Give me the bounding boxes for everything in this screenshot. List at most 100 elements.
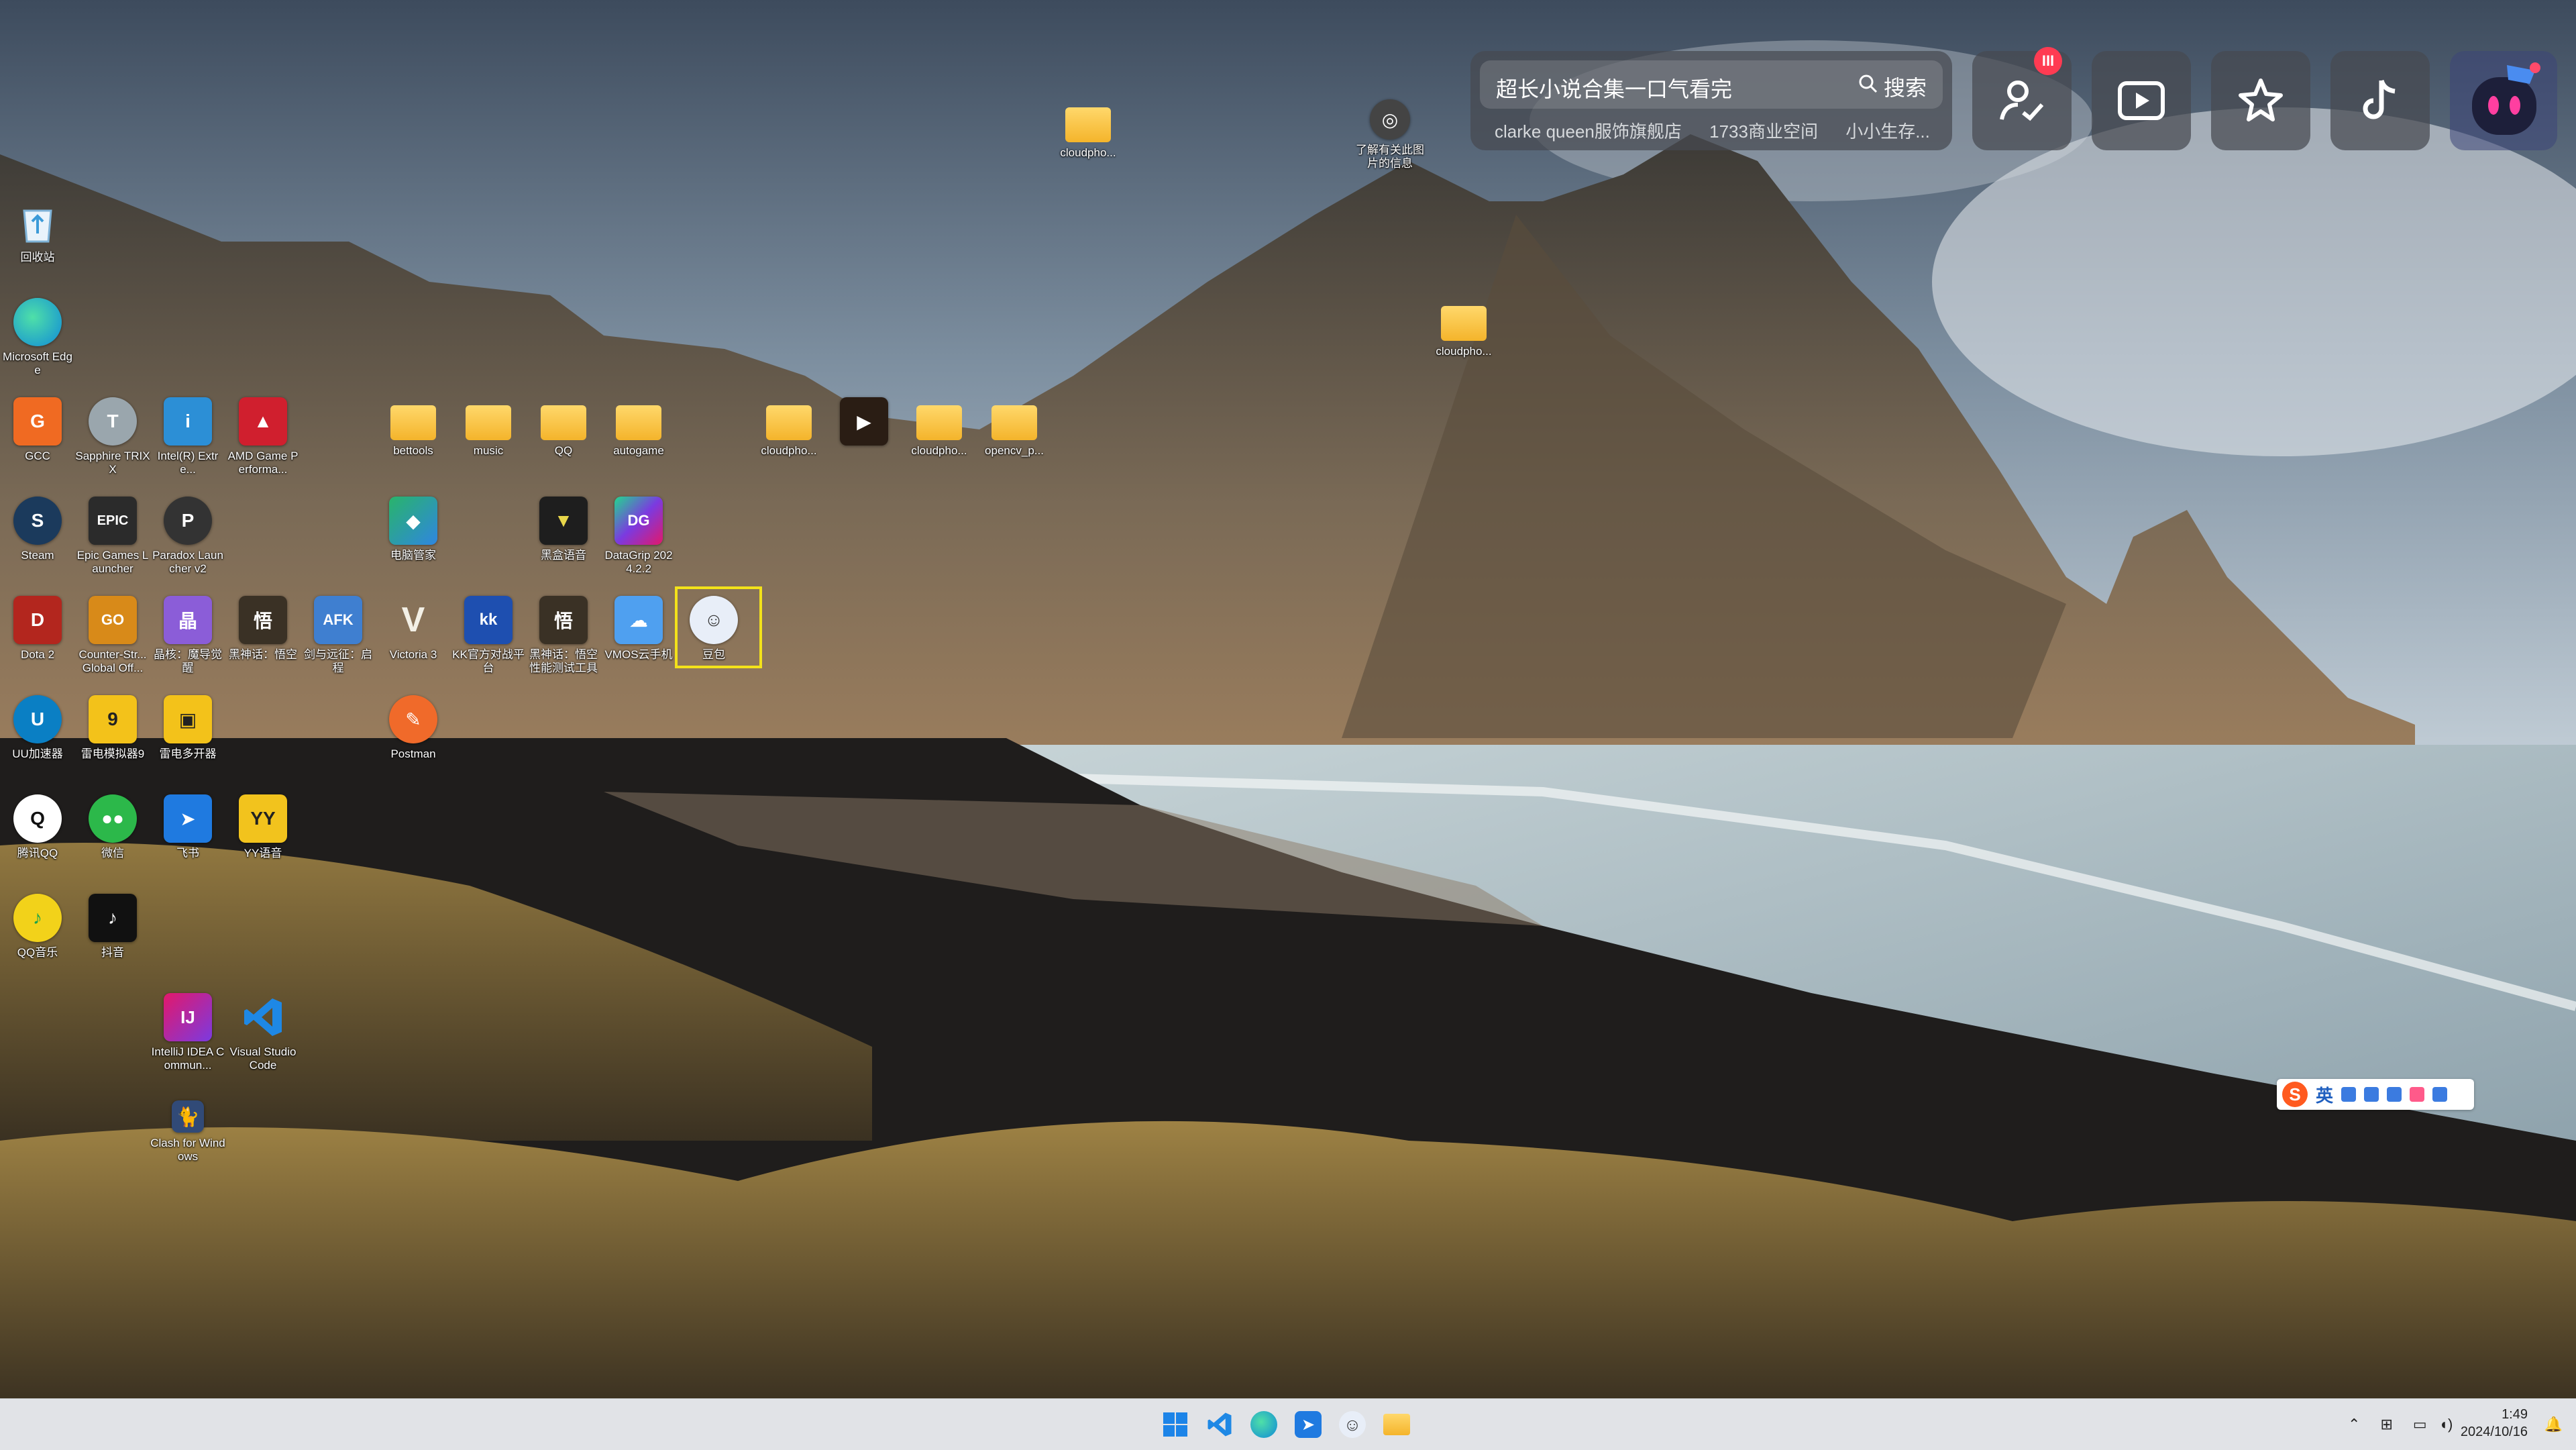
folder-icon (541, 405, 586, 440)
desktop-icon-victoria3[interactable]: V Victoria 3 (376, 596, 451, 662)
intellij-icon: IJ (164, 993, 212, 1041)
icon-selection-highlight (675, 586, 762, 668)
desktop-icon-cloudphone-mid[interactable]: cloudpho... (1426, 298, 1501, 358)
search-query[interactable]: 超长小说合集一口气看完 (1496, 72, 1732, 103)
desktop-icon-amd[interactable]: ▲ AMD Game Performa... (225, 397, 301, 476)
video-button[interactable] (2092, 51, 2191, 150)
desktop-icon-jinghe[interactable]: 晶 晶核：魔导觉醒 (150, 596, 225, 675)
desktop-icon-vmos[interactable]: ☁ VMOS云手机 (601, 596, 676, 662)
dota2-icon: D (13, 596, 62, 644)
desktop-icon-qq[interactable]: Q 腾讯QQ (0, 794, 75, 860)
desktop-icon-epic[interactable]: EPIC Epic Games Launcher (75, 497, 150, 576)
desktop-icon-wukong[interactable]: 悟 黑神话：悟空 (225, 596, 301, 662)
feishu-icon[interactable]: ➤ (1292, 1408, 1324, 1441)
desktop-icon-datagrip[interactable]: DG DataGrip 2024.2.2 (601, 497, 676, 576)
desktop-icon-intellij[interactable]: IJ IntelliJ IDEA Commun... (150, 993, 225, 1072)
volume-icon[interactable]: ◖) (2439, 1416, 2453, 1433)
folder-icon (766, 405, 812, 440)
keyboard-icon[interactable] (2387, 1087, 2402, 1102)
desktop-icon-feishu[interactable]: ➤ 飞书 (150, 794, 225, 860)
favorites-button[interactable] (2211, 51, 2310, 150)
desktop-icon-yy[interactable]: YY YY语音 (225, 794, 301, 860)
kk-platform-icon: kk (464, 596, 513, 644)
desktop-icon-folder-music[interactable]: music (451, 397, 526, 458)
windows-start-icon[interactable] (1159, 1408, 1191, 1441)
search-hint[interactable]: clarke queen服饰旗舰店 (1495, 121, 1682, 142)
desktop-icon-vscode[interactable]: Visual Studio Code (225, 993, 301, 1072)
desktop-icon-leidian-multi[interactable]: ▣ 雷电多开器 (150, 695, 225, 761)
taskbar-clock[interactable]: 1:49 2024/10/16 (2461, 1406, 2528, 1441)
camera-icon: ◎ (1370, 99, 1410, 140)
desktop-icon-clash[interactable]: 🐈 Clash for Windows (150, 1092, 225, 1163)
search-button-label: 搜索 (1883, 76, 1927, 100)
desktop-icon-leidian9[interactable]: 9 雷电模拟器9 (75, 695, 150, 761)
desktop-icon-intel-extreme[interactable]: i Intel(R) Extre... (150, 397, 225, 476)
feishu-icon: ➤ (164, 794, 212, 843)
search-button[interactable]: 搜索 (1858, 71, 1927, 102)
desktop-icon-cloudphone-2[interactable]: cloudpho... (902, 397, 977, 458)
desktop-icon-video-shortcut[interactable]: ▶ (826, 397, 902, 450)
search-hint[interactable]: 1733商业空间 (1709, 121, 1818, 142)
clock-time: 1:49 (2502, 1407, 2528, 1422)
network-icon[interactable]: ▭ (2413, 1416, 2427, 1433)
search-icon (1858, 74, 1878, 99)
desktop-icon-uu[interactable]: U UU加速器 (0, 695, 75, 761)
desktop-icon-paradox[interactable]: P Paradox Launcher v2 (150, 497, 225, 576)
desktop-icon-folder-autogame[interactable]: autogame (601, 397, 676, 458)
desktop-icon-kk[interactable]: kk KK官方对战平台 (451, 596, 526, 675)
desktop-icon-wechat[interactable]: ●● 微信 (75, 794, 150, 860)
desktop-icon-qqmusic[interactable]: ♪ QQ音乐 (0, 894, 75, 960)
wechat-icon: ●● (89, 794, 137, 843)
douyin-icon: ♪ (89, 894, 137, 942)
chevron-up-icon[interactable]: ⌃ (2348, 1416, 2360, 1433)
assistant-button[interactable] (2450, 51, 2557, 150)
intel-tuning-icon: i (164, 397, 212, 446)
desktop-icon-afk[interactable]: AFK 剑与远征：启程 (301, 596, 376, 675)
desktop-icon-postman[interactable]: ✎ Postman (376, 695, 451, 761)
desktop-icon-opencv[interactable]: opencv_p... (977, 397, 1052, 458)
desktop-icon-dota2[interactable]: D Dota 2 (0, 596, 75, 662)
toolbox-icon[interactable] (2432, 1087, 2448, 1102)
desktop-icon-recycle-bin[interactable]: 回收站 (0, 199, 75, 264)
vscode-icon[interactable] (1203, 1408, 1236, 1441)
edge-icon[interactable] (1248, 1408, 1280, 1441)
desktop-icon-folder-qq[interactable]: QQ (526, 397, 601, 458)
paradox-icon: P (164, 497, 212, 545)
qq-music-icon: ♪ (13, 894, 62, 942)
desktop-icon-csgo[interactable]: GO Counter-Str... Global Off... (75, 596, 150, 675)
desktop-icon-wukong-bench[interactable]: 悟 黑神话：悟空 性能测试工具 (526, 596, 601, 675)
video-thumbnail-icon: ▶ (840, 397, 888, 446)
microphone-icon[interactable] (2364, 1087, 2379, 1102)
douyin-button[interactable] (2330, 51, 2430, 150)
ime-tray-icon[interactable]: ⊞ (2380, 1416, 2392, 1433)
desktop-icon-steam[interactable]: S Steam (0, 497, 75, 562)
search-hint[interactable]: 小小生存... (1845, 121, 1930, 142)
ime-language-toggle[interactable]: 英 (2316, 1082, 2333, 1107)
file-explorer-icon[interactable] (1381, 1408, 1413, 1441)
doubao-icon[interactable]: ☺ (1336, 1408, 1368, 1441)
desktop-icon-edge[interactable]: Microsoft Edge (0, 298, 75, 377)
ime-punctuation-icon[interactable] (2341, 1087, 2357, 1102)
notification-bell-icon[interactable]: 🔔 (2544, 1399, 2563, 1450)
account-check-button[interactable]: III (1972, 47, 2072, 150)
desktop-icon-cloudphone-top[interactable]: cloudpho... (1051, 99, 1126, 160)
search-bar[interactable]: 超长小说合集一口气看完 搜索 (1480, 60, 1943, 109)
vscode-icon (239, 993, 287, 1041)
desktop-icon-folder-bettools[interactable]: bettools (376, 397, 451, 458)
folder-icon (916, 405, 962, 440)
desktop-icon-sapphire-trixx[interactable]: T Sapphire TRIXX (75, 397, 150, 476)
desktop-icon-douyin[interactable]: ♪ 抖音 (75, 894, 150, 960)
ime-toolbar[interactable]: S 英 (2277, 1079, 2474, 1110)
trixx-gauge-icon: T (89, 397, 137, 446)
desktop-icon-computer-manager[interactable]: ◆ 电脑管家 (376, 497, 451, 562)
desktop-icon-gcc[interactable]: G GCC (0, 397, 75, 463)
folder-icon (616, 405, 661, 440)
gcc-icon: G (13, 397, 62, 446)
skin-icon[interactable] (2410, 1087, 2425, 1102)
desktop-icon-heiyun[interactable]: ▼ 黑盒语音 (526, 497, 601, 562)
heihe-voice-icon: ▼ (539, 497, 588, 545)
wukong-benchmark-icon: 悟 (539, 596, 588, 644)
robot-icon (2472, 62, 2540, 135)
desktop-icon-image-info[interactable]: ◎ 了解有关此图片的信息 (1352, 99, 1428, 170)
desktop-icon-cloudphone-1[interactable]: cloudpho... (751, 397, 826, 458)
